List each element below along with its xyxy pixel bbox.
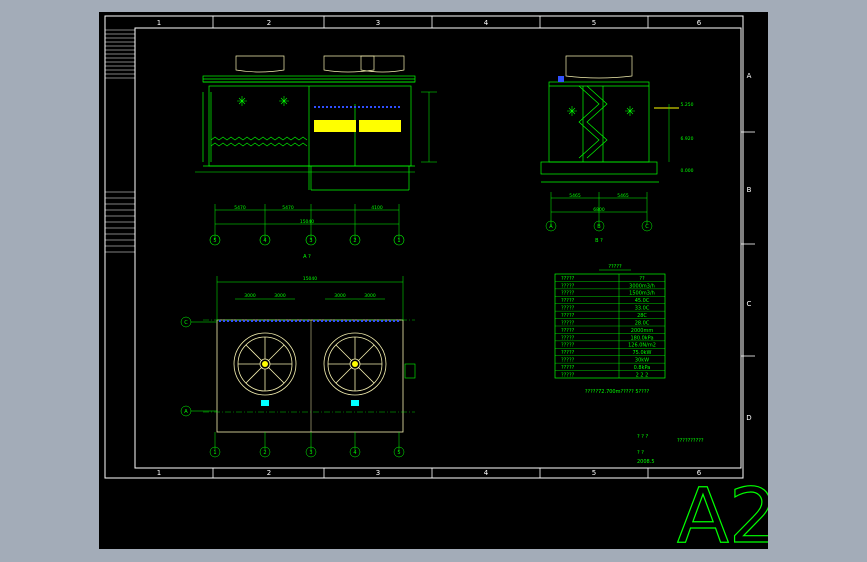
plan-axis-label: C bbox=[184, 320, 188, 326]
spec-cell: 3000m3/h bbox=[629, 283, 655, 289]
row-label: B bbox=[747, 186, 752, 194]
plan-dim-fan: 3000 bbox=[364, 293, 376, 299]
col-label: 2 bbox=[267, 19, 271, 27]
fill-section-right bbox=[359, 120, 401, 132]
plan-view: 15040 3000 3000 3000 3000 1 2 3 4 5 C A bbox=[180, 276, 416, 458]
spec-header-cell: ?? bbox=[639, 276, 645, 282]
col-label: 4 bbox=[484, 469, 489, 477]
inner-frame bbox=[134, 27, 742, 469]
row-label: D bbox=[746, 414, 751, 422]
side-elevation: 5.250 6.920 0.000 5465 5465 6800 B ? A B… bbox=[540, 55, 694, 244]
cad-drawing: 1 2 3 4 5 6 1 2 3 4 5 6 A B C D 5470 547… bbox=[104, 15, 768, 549]
spec-cell: 126.0N/m2 bbox=[628, 343, 656, 349]
spec-cell: ????? bbox=[561, 283, 575, 289]
side-axis-label: B bbox=[597, 224, 601, 230]
plan-dim-fan: 3000 bbox=[334, 293, 346, 299]
plan-axis-label: A bbox=[184, 409, 188, 415]
grid-ticks bbox=[212, 16, 755, 478]
spec-table: ????? ???????????? 3000m3/h????? 1500m3/h?… bbox=[554, 264, 666, 395]
fill-section-left bbox=[314, 120, 356, 132]
col-label: 6 bbox=[697, 19, 702, 27]
column-labels-top: 1 2 3 4 5 6 bbox=[157, 19, 702, 27]
spec-cell: 180.0kPa bbox=[630, 335, 653, 341]
spec-cell: ????? bbox=[561, 365, 575, 371]
side-elevation-mark: 5.250 bbox=[681, 102, 694, 108]
spec-cell: 1500m3/h bbox=[629, 291, 655, 297]
side-dim-total: 6800 bbox=[593, 207, 605, 213]
plan-dim-fan: 3000 bbox=[244, 293, 256, 299]
spec-cell: 0.8kPa bbox=[634, 365, 651, 371]
plan-axis-label: 3 bbox=[309, 450, 312, 456]
front-axis-label: 2 bbox=[353, 238, 356, 244]
front-dim-bay: 5470 bbox=[282, 205, 294, 211]
column-labels-bottom: 1 2 3 4 5 6 bbox=[157, 469, 702, 477]
plan-axis-label: 4 bbox=[353, 450, 356, 456]
col-label: 3 bbox=[376, 469, 380, 477]
spec-cell: 45.0C bbox=[635, 298, 650, 304]
spec-cell: ????? bbox=[561, 313, 575, 319]
spec-cell: 33.0C bbox=[635, 306, 650, 312]
col-label: 1 bbox=[157, 19, 161, 27]
front-dim-bay: 5470 bbox=[234, 205, 246, 211]
col-label: 3 bbox=[376, 19, 380, 27]
front-axis-label: 4 bbox=[263, 238, 266, 244]
spec-cell: 28.0C bbox=[635, 320, 650, 326]
title-block-label: ? ? ? bbox=[637, 434, 648, 440]
col-label: 2 bbox=[267, 469, 271, 477]
drawing-name: ?????????? bbox=[677, 438, 704, 444]
spec-cell: ????? bbox=[561, 328, 575, 334]
side-view-caption: B ? bbox=[595, 238, 603, 244]
binding-strip bbox=[105, 29, 135, 253]
spec-cell: 75.0kW bbox=[633, 350, 652, 356]
plan-dim-fan: 3000 bbox=[274, 293, 286, 299]
spec-cell: ????? bbox=[561, 298, 575, 304]
spec-cell: 2000mm bbox=[631, 328, 654, 334]
title-block: ? ? ? ?????????? ? ? 2008.5 bbox=[637, 434, 704, 465]
col-label: 5 bbox=[592, 19, 596, 27]
front-dim-bay: 4100 bbox=[371, 205, 383, 211]
side-axis-label: A bbox=[549, 224, 553, 230]
drawing-date: 2008.5 bbox=[637, 459, 655, 465]
side-dim-part: 5465 bbox=[569, 193, 581, 199]
row-labels: A B C D bbox=[746, 72, 751, 422]
spec-cell: ????? bbox=[561, 372, 575, 378]
side-dim-part: 5465 bbox=[617, 193, 629, 199]
spec-table-rows: ???????????? 3000m3/h????? 1500m3/h????? 45… bbox=[555, 276, 665, 378]
spec-table-note: ?????72.700m????? 5???? bbox=[585, 389, 650, 395]
front-view-caption: A ? bbox=[303, 254, 311, 260]
side-axis-label: C bbox=[645, 224, 649, 230]
spec-cell: ????? bbox=[561, 320, 575, 326]
plan-dim-total: 15040 bbox=[303, 276, 317, 282]
front-elevation: 5470 5470 4100 15040 A ? 5 4 3 2 1 bbox=[195, 55, 437, 260]
spec-cell: ????? bbox=[561, 350, 575, 356]
row-label: C bbox=[747, 300, 752, 308]
plan-axis-label: 1 bbox=[213, 450, 216, 456]
col-label: 4 bbox=[484, 19, 489, 27]
spec-cell: ????? bbox=[561, 343, 575, 349]
side-elevation-mark: 6.920 bbox=[681, 136, 694, 142]
sheet-size-label: A2 bbox=[677, 471, 768, 549]
front-axis-label: 3 bbox=[309, 238, 312, 244]
spec-cell: ????? bbox=[561, 358, 575, 364]
spec-cell: ????? bbox=[561, 335, 575, 341]
front-axis-label: 5 bbox=[213, 238, 216, 244]
row-label: A bbox=[747, 72, 752, 80]
title-block-label: ? ? bbox=[637, 450, 644, 456]
drawing-sheet: 1 2 3 4 5 6 1 2 3 4 5 6 A B C D 5470 547… bbox=[99, 12, 768, 549]
plan-axis-label: 5 bbox=[397, 450, 400, 456]
front-dim-total: 15040 bbox=[300, 219, 314, 225]
outer-frame bbox=[104, 15, 744, 479]
col-label: 5 bbox=[592, 469, 596, 477]
spec-cell: 30kW bbox=[635, 358, 649, 364]
plan-axis-label: 2 bbox=[263, 450, 266, 456]
spec-cell: 28C bbox=[637, 313, 647, 319]
spec-table-title: ????? bbox=[608, 264, 622, 270]
spec-cell: ????? bbox=[561, 306, 575, 312]
spec-header-cell: ????? bbox=[561, 276, 575, 282]
spec-cell: ????? bbox=[561, 291, 575, 297]
spec-cell: 2 2 2 bbox=[636, 372, 649, 378]
front-axis-label: 1 bbox=[397, 238, 400, 244]
side-elevation-mark: 0.000 bbox=[681, 168, 694, 174]
col-label: 1 bbox=[157, 469, 161, 477]
